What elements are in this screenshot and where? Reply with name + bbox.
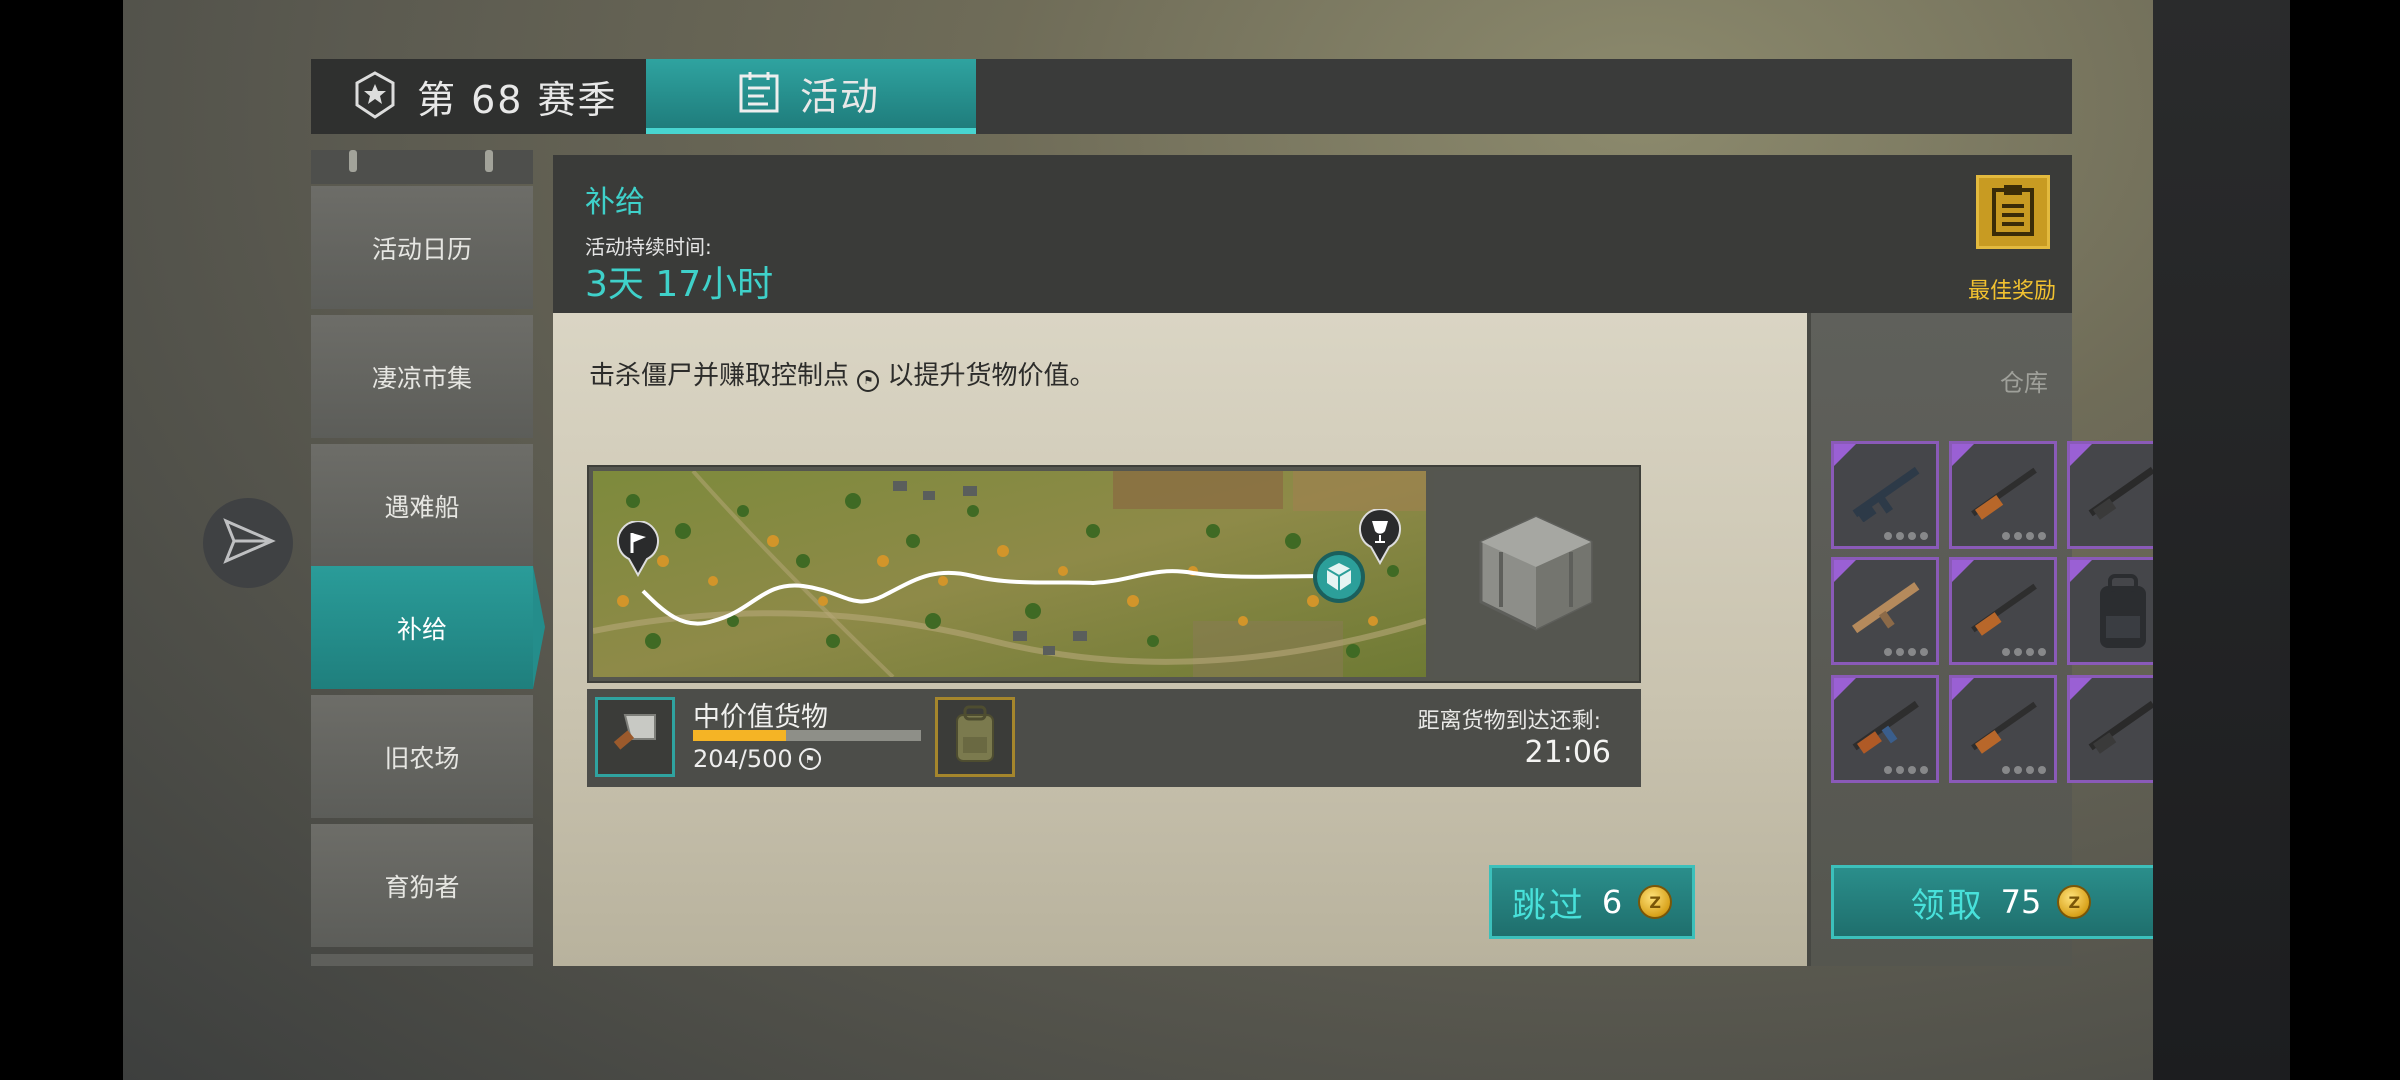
sidebar-pin — [349, 150, 357, 172]
coin-icon: Z — [2057, 885, 2092, 919]
item-level-dots — [1884, 648, 1928, 656]
cargo-name: 中价值货物 — [693, 702, 828, 733]
warehouse-item[interactable] — [1949, 557, 2057, 665]
hunting-rifle-icon — [1962, 462, 2046, 526]
calendar-list-icon — [738, 70, 780, 118]
sidebar-item-label: 活动日历 — [371, 234, 472, 264]
distance-value: 21:06 — [1524, 735, 1611, 770]
cargo-item-slot[interactable] — [595, 697, 675, 777]
floating-send-button[interactable] — [203, 498, 293, 588]
skip-cost: 6 — [1601, 883, 1623, 921]
sidebar-item-bleak-market[interactable]: 凄凉市集 — [311, 315, 533, 438]
pump-shotgun-icon — [2080, 696, 2164, 760]
cargo-position-icon — [1313, 551, 1365, 607]
cargo-progress-bar — [693, 730, 921, 741]
control-point-icon: ⚑ — [798, 748, 821, 770]
route-map-frame — [587, 465, 1641, 683]
sniper-rifle-icon — [1962, 578, 2046, 642]
tab-events[interactable]: 活动 — [646, 59, 976, 134]
warehouse-item[interactable] — [1831, 441, 1939, 549]
warehouse-item[interactable] — [1831, 675, 1939, 783]
send-icon — [220, 513, 276, 573]
assault-rifle-icon — [1844, 462, 1928, 526]
sidebar-item-supply[interactable]: 补给 — [311, 566, 545, 689]
tab-season[interactable]: 第 68 赛季 — [311, 59, 646, 134]
cargo-progress-text: 204/500 — [693, 745, 793, 773]
sidebar-item-calendar[interactable]: 活动日历 — [311, 186, 533, 309]
warehouse-item[interactable] — [1949, 675, 2057, 783]
description-text: 击杀僵尸并赚取控制点 — [589, 361, 850, 391]
event-content: 击杀僵尸并赚取控制点 ⚑ 以提升货物价值。 中价值货物 204/500 ⚑ 距离… — [553, 313, 1807, 966]
coin-icon: Z — [1638, 885, 1673, 919]
sidebar-item-dog-breeder[interactable]: 育狗者 — [311, 824, 533, 947]
best-reward-button[interactable] — [1976, 175, 2050, 249]
claim-cost: 75 — [2000, 883, 2042, 921]
sidebar-item-partial[interactable] — [311, 954, 533, 966]
clipboard-icon — [1990, 184, 2036, 240]
description-text-tail: 以提升货物价值。 — [887, 361, 1096, 391]
cleaver-icon — [605, 705, 665, 769]
sidebar-item-label: 补给 — [396, 614, 447, 644]
best-reward-label: 最佳奖励 — [1967, 279, 2056, 304]
start-flag-marker-icon — [615, 520, 661, 581]
shotgun-icon — [2080, 462, 2164, 526]
warehouse-panel: 仓库 领取 75 Z — [1807, 313, 2175, 966]
sidebar-item-label: 遇难船 — [384, 492, 460, 522]
warehouse-item[interactable] — [1831, 557, 1939, 665]
tab-events-label: 活动 — [800, 75, 881, 119]
duration-value: 3天 17小时 — [585, 264, 774, 305]
control-point-icon: ⚑ — [857, 369, 880, 392]
carbine-icon — [1962, 696, 2046, 760]
event-description: 击杀僵尸并赚取控制点 ⚑ 以提升货物价值。 — [589, 355, 1096, 392]
sidebar-item-label: 凄凉市集 — [371, 363, 472, 393]
tab-bar: 第 68 赛季 活动 — [311, 59, 2072, 134]
item-level-dots — [1884, 766, 1928, 774]
item-level-dots — [1884, 532, 1928, 540]
cargo-reward-slot[interactable] — [935, 697, 1015, 777]
ak-rifle-icon — [1844, 696, 1928, 760]
item-level-dots — [2002, 766, 2046, 774]
skip-label: 跳过 — [1511, 885, 1586, 926]
cargo-progress-fill — [693, 730, 787, 741]
item-level-dots — [2002, 648, 2046, 656]
item-level-dots — [2002, 532, 2046, 540]
sidebar-pin — [485, 150, 493, 172]
sidebar-scroll-top — [311, 150, 533, 184]
warehouse-item[interactable] — [1949, 441, 2057, 549]
event-header: 补给 活动持续时间: 3天 17小时 最佳奖励 — [553, 155, 2072, 313]
skip-button[interactable]: 跳过 6 Z — [1489, 865, 1695, 939]
game-screen: 第 68 赛季 活动 关闭 — [123, 0, 2290, 1080]
cargo-status: 中价值货物 204/500 ⚑ 距离货物到达还剩: 21:06 — [587, 689, 1641, 787]
cargo-progress: 204/500 ⚑ — [693, 745, 821, 773]
sidebar-item-old-farm[interactable]: 旧农场 — [311, 695, 533, 818]
supply-crate-icon — [1471, 507, 1601, 641]
screen-edge — [2153, 0, 2290, 1080]
route-map — [593, 471, 1426, 677]
event-sidebar: 活动日历 凄凉市集 遇难船 补给 旧农场 育狗者 — [311, 150, 545, 966]
sidebar-item-label: 育狗者 — [384, 872, 460, 902]
season-badge-icon — [353, 70, 397, 123]
sidebar-item-shipwreck[interactable]: 遇难船 — [311, 444, 533, 567]
backpack-icon — [2092, 572, 2154, 658]
tactical-rifle-icon — [1844, 578, 1928, 642]
sidebar-item-label: 旧农场 — [384, 743, 460, 773]
claim-label: 领取 — [1910, 885, 1985, 926]
warehouse-label: 仓库 — [2000, 369, 2048, 397]
supply-crate-preview — [1434, 471, 1637, 677]
backpack-icon — [947, 703, 1003, 771]
tab-season-label: 第 68 赛季 — [417, 78, 618, 122]
claim-button[interactable]: 领取 75 Z — [1831, 865, 2171, 939]
distance-label: 距离货物到达还剩: — [1417, 709, 1601, 734]
event-title: 补给 — [585, 185, 645, 220]
